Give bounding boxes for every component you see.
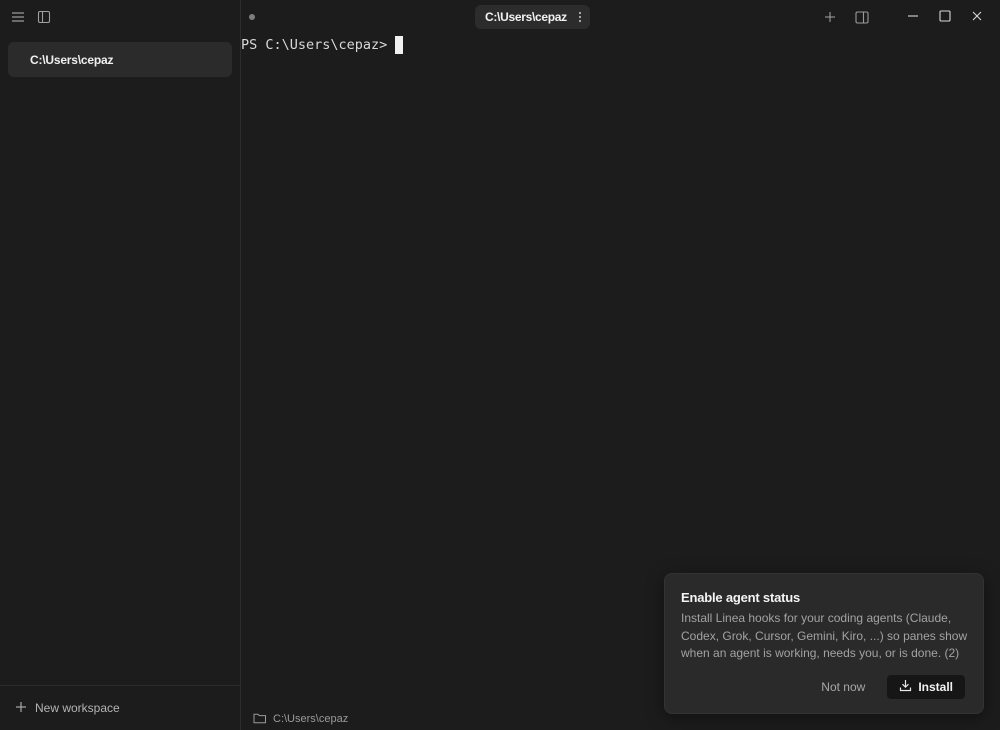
split-pane-icon[interactable] — [852, 7, 872, 27]
folder-icon — [253, 712, 267, 727]
sidebar-header — [0, 0, 240, 34]
sidebar-toggle-icon[interactable] — [34, 7, 54, 27]
status-dot — [249, 14, 255, 20]
kebab-icon[interactable] — [578, 11, 582, 26]
close-icon[interactable] — [967, 6, 987, 26]
not-now-button[interactable]: Not now — [815, 676, 871, 698]
menu-icon[interactable] — [8, 7, 28, 27]
terminal-prompt: PS C:\Users\cepaz> — [241, 37, 388, 53]
toast-actions: Not now Install — [815, 675, 965, 699]
plus-icon[interactable] — [820, 7, 840, 27]
terminal-cursor — [395, 36, 404, 54]
tab-terminal[interactable]: C:\Users\cepaz — [475, 5, 590, 29]
download-icon — [899, 679, 912, 695]
minimize-icon[interactable] — [903, 6, 923, 26]
terminal-prompt-line: PS C:\Users\cepaz> — [241, 36, 404, 54]
agent-status-toast: Enable agent status Install Linea hooks … — [664, 573, 984, 714]
new-workspace-button[interactable]: New workspace — [15, 698, 120, 718]
sidebar-footer: New workspace — [0, 685, 240, 730]
sidebar: C:\Users\cepaz New workspace — [0, 0, 241, 730]
tab-label: C:\Users\cepaz — [485, 10, 567, 24]
workspace-label: C:\Users\cepaz — [30, 52, 114, 67]
install-label: Install — [918, 680, 953, 694]
toast-title: Enable agent status — [681, 590, 801, 605]
new-workspace-label: New workspace — [35, 701, 120, 715]
status-bar: C:\Users\cepaz — [241, 708, 348, 730]
toast-body: Install Linea hooks for your coding agen… — [681, 611, 968, 660]
install-button[interactable]: Install — [887, 675, 965, 699]
workspace-item[interactable]: C:\Users\cepaz — [8, 42, 232, 77]
title-bar: C:\Users\cepaz — [241, 0, 1000, 34]
plus-icon — [15, 701, 27, 716]
maximize-icon[interactable] — [935, 6, 955, 26]
status-path: C:\Users\cepaz — [273, 713, 349, 725]
